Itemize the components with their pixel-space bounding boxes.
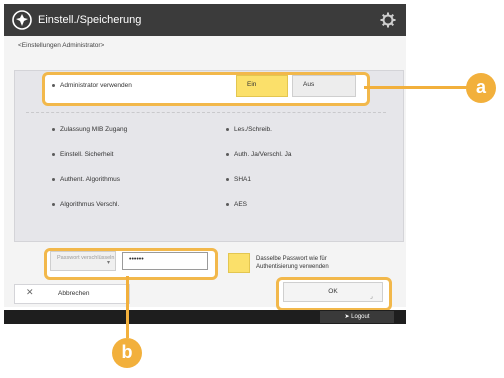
bullet-icon [52, 83, 55, 87]
same-password-checkbox[interactable] [228, 253, 250, 273]
setting-value: Les./Schreib. [234, 126, 272, 133]
title-bar: Einstell./Speicherung [4, 4, 406, 36]
logout-button[interactable]: ➤ Logout [320, 311, 394, 323]
cancel-button[interactable]: Abbrechen [58, 290, 89, 297]
aus-button[interactable]: Aus [292, 75, 356, 97]
divider [26, 112, 386, 113]
setting-security: Einstell. Sicherheit [52, 151, 113, 158]
value-security: Auth. Ja/Verschl. Ja [226, 151, 291, 158]
close-icon[interactable]: ✕ [26, 287, 34, 298]
admin-use-label: Administrator verwenden [52, 82, 132, 89]
value-auth-algorithm: SHA1 [226, 176, 251, 183]
bullet-icon [52, 202, 55, 206]
bullet-icon [226, 127, 229, 131]
window-title: Einstell./Speicherung [38, 14, 142, 26]
marker-b: b [112, 338, 142, 368]
breadcrumb: <Einstellungen Administrator> [18, 42, 105, 49]
logout-label: Logout [351, 314, 370, 320]
callout-line-a [364, 86, 468, 89]
value-mib-access: Les./Schreib. [226, 126, 272, 133]
setting-mib-access: Zulassung MIB Zugang [52, 126, 127, 133]
bullet-icon [226, 152, 229, 156]
value-encryption-algorithm: AES [226, 201, 247, 208]
marker-a: a [466, 73, 496, 103]
callout-line-b [126, 276, 129, 338]
same-password-label: Dasselbe Passwort wie für Authentisierun… [256, 256, 329, 270]
setting-label: Algorithmus Verschl. [60, 201, 120, 208]
bullet-icon [226, 202, 229, 206]
admin-use-text: Administrator verwenden [60, 82, 132, 89]
bullet-icon [52, 177, 55, 181]
password-encrypt-select[interactable]: Passwort verschlüsseln ▾ [50, 251, 116, 271]
logout-icon: ➤ [344, 314, 350, 320]
setting-label: Authent. Algorithmus [60, 176, 120, 183]
setting-value: SHA1 [234, 176, 251, 183]
gear-icon[interactable] [380, 12, 396, 28]
setting-value: Auth. Ja/Verschl. Ja [234, 151, 292, 158]
password-select-placeholder: Passwort verschlüsseln [57, 255, 115, 261]
ok-button[interactable]: OK [283, 282, 383, 302]
bullet-icon [52, 152, 55, 156]
app-logo-icon [12, 10, 32, 30]
bullet-icon [52, 127, 55, 131]
password-field[interactable]: •••••• [122, 252, 208, 270]
setting-encryption-algorithm: Algorithmus Verschl. [52, 201, 119, 208]
setting-label: Einstell. Sicherheit [60, 151, 114, 158]
bullet-icon [226, 177, 229, 181]
setting-auth-algorithm: Authent. Algorithmus [52, 176, 120, 183]
setting-label: Zulassung MIB Zugang [60, 126, 128, 133]
corner-icon: ⌟ [370, 294, 373, 300]
ein-button[interactable]: Ein [236, 75, 288, 97]
setting-value: AES [234, 201, 248, 208]
chevron-down-icon: ▾ [106, 260, 110, 266]
